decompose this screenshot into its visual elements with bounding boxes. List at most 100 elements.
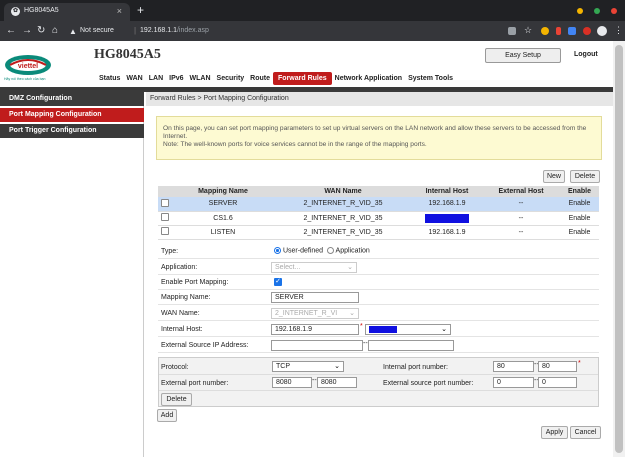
left-sidebar: DMZ Configuration Port Mapping Configura… xyxy=(0,92,144,457)
enable-port-mapping-label: Enable Port Mapping: xyxy=(161,279,229,286)
browser-menu-icon[interactable]: ⋮ xyxy=(614,25,623,36)
internal-port-from-input[interactable]: 80 xyxy=(493,361,534,372)
table-row[interactable]: CS1.6 2_INTERNET_R_VID_35 -- Enable xyxy=(158,211,599,226)
cell-enable: Enable xyxy=(560,197,599,212)
internal-port-to-input[interactable]: 80 xyxy=(538,361,577,372)
form-row-wan-name xyxy=(158,306,599,321)
col-header-enable: Enable xyxy=(560,186,599,197)
menu-route[interactable]: Route xyxy=(247,72,273,85)
type-label: Type: xyxy=(161,248,179,255)
internal-host-label: Internal Host: xyxy=(161,326,203,333)
protocol-select[interactable]: TCP ⌄ xyxy=(272,361,344,372)
cell-wan-name: 2_INTERNET_R_VID_35 xyxy=(274,225,412,240)
external-port-to-input[interactable]: 8080 xyxy=(317,377,357,388)
url-text[interactable]: 192.168.1.1/index.asp xyxy=(140,27,209,34)
type-radio-group: User-defined Application xyxy=(274,247,370,254)
row-checkbox[interactable] xyxy=(161,213,169,221)
form-row-application xyxy=(158,260,599,275)
chevron-down-icon: ⌄ xyxy=(441,326,447,333)
chevron-down-icon: ⌄ xyxy=(349,310,355,317)
logout-link[interactable]: Logout xyxy=(574,51,598,58)
info-box: On this page, you can set port mapping p… xyxy=(156,116,602,160)
menu-ipv6[interactable]: IPv6 xyxy=(166,72,186,85)
security-indicator[interactable]: ▲ Not secure xyxy=(69,27,114,36)
menu-network-application[interactable]: Network Application xyxy=(332,72,405,85)
form-row-type xyxy=(158,244,599,259)
close-window-icon[interactable] xyxy=(611,8,617,14)
extension-yellow-icon[interactable] xyxy=(541,27,549,35)
menu-wan[interactable]: WAN xyxy=(123,72,145,85)
protocol-select-value: TCP xyxy=(276,363,290,370)
address-separator: | xyxy=(134,26,137,35)
add-button[interactable]: Add xyxy=(157,409,177,422)
url-path: /index.asp xyxy=(176,27,209,34)
row-checkbox[interactable] xyxy=(161,198,169,207)
sidebar-item-port-trigger[interactable]: Port Trigger Configuration xyxy=(0,124,144,138)
enable-port-mapping-checkbox[interactable]: ✓ xyxy=(274,278,282,286)
ext-src-port-from-input[interactable]: 0 xyxy=(493,377,534,388)
profile-avatar-icon[interactable] xyxy=(597,26,607,36)
sidebar-item-port-mapping[interactable]: Port Mapping Configuration xyxy=(0,108,144,122)
viettel-logo: viettel Hãy nói theo cách của bạn xyxy=(4,50,70,83)
back-arrow-icon[interactable]: ← xyxy=(6,25,16,37)
ext-src-ip-from-input[interactable] xyxy=(271,340,363,351)
radio-user-defined[interactable] xyxy=(274,247,281,254)
main-menu: Status WAN LAN IPv6 WLAN Security Route … xyxy=(96,72,456,85)
home-icon[interactable]: ⌂ xyxy=(52,25,58,37)
internal-host-select[interactable]: ⌄ xyxy=(365,324,451,335)
menu-lan[interactable]: LAN xyxy=(146,72,166,85)
application-select[interactable]: Select... ⌄ xyxy=(271,262,357,273)
close-tab-icon[interactable]: × xyxy=(117,6,122,16)
maximize-window-icon[interactable] xyxy=(594,8,600,14)
menu-security[interactable]: Security xyxy=(214,72,248,85)
menu-forward-rules[interactable]: Forward Rules xyxy=(273,72,332,85)
mapping-name-input[interactable]: SERVER xyxy=(271,292,359,303)
table-row[interactable]: LISTEN 2_INTERNET_R_VID_35 192.168.1.9 -… xyxy=(158,225,599,240)
translate-icon[interactable] xyxy=(508,27,516,35)
col-header-external-host: External Host xyxy=(482,186,560,197)
extension-red-icon[interactable] xyxy=(556,27,561,35)
cell-external-host: -- xyxy=(482,197,560,212)
delete-port-button[interactable]: Delete xyxy=(161,393,192,406)
table-row[interactable]: SERVER 2_INTERNET_R_VID_35 192.168.1.9 -… xyxy=(158,197,599,212)
cancel-button[interactable]: Cancel xyxy=(570,426,601,439)
new-tab-button[interactable]: + xyxy=(137,3,144,17)
cell-mapping-name: CS1.6 xyxy=(172,211,274,226)
ext-src-port-to-input[interactable]: 0 xyxy=(538,377,577,388)
radio-application[interactable] xyxy=(326,247,334,254)
scrollbar-thumb[interactable] xyxy=(615,45,623,453)
menu-system-tools[interactable]: System Tools xyxy=(405,72,456,85)
extension-blue-icon[interactable] xyxy=(568,27,576,35)
external-port-from-input[interactable]: 8080 xyxy=(272,377,312,388)
reload-icon[interactable]: ↻ xyxy=(37,25,45,37)
forward-arrow-icon[interactable]: → xyxy=(22,25,32,37)
info-text-2: Note: The well-known ports for voice ser… xyxy=(163,141,427,148)
protocol-label: Protocol: xyxy=(161,364,189,371)
logo-slogan: Hãy nói theo cách của bạn xyxy=(4,77,46,81)
bookmark-star-icon[interactable]: ☆ xyxy=(524,25,532,36)
address-bar-area: ← → ↻ ⌂ ▲ Not secure | 192.168.1.1/index… xyxy=(0,21,625,41)
menu-status[interactable]: Status xyxy=(96,72,123,85)
sidebar-item-dmz[interactable]: DMZ Configuration xyxy=(0,92,144,106)
port-box-divider xyxy=(159,390,598,391)
apply-button[interactable]: Apply xyxy=(541,426,568,439)
internal-host-input[interactable]: 192.168.1.9 xyxy=(271,324,359,335)
svg-text:viettel: viettel xyxy=(18,63,38,70)
huawei-favicon-icon: ✿ xyxy=(11,7,20,16)
wan-name-select[interactable]: 2_INTERNET_R_VI ⌄ xyxy=(271,308,359,319)
easy-setup-button[interactable]: Easy Setup xyxy=(485,48,561,63)
required-asterisk: * xyxy=(360,323,363,330)
ext-src-ip-to-input[interactable] xyxy=(368,340,454,351)
browser-tab[interactable]: ✿ HG8045A5 × xyxy=(4,3,130,21)
col-header-wan-name: WAN Name xyxy=(274,186,412,197)
delete-table-button[interactable]: Delete xyxy=(570,170,600,183)
form-row-mapping-name xyxy=(158,290,599,305)
new-button[interactable]: New xyxy=(543,170,565,183)
row-checkbox[interactable] xyxy=(161,227,169,235)
minimize-window-icon[interactable] xyxy=(577,8,583,14)
extension-shield-icon[interactable] xyxy=(583,27,591,35)
wan-name-label: WAN Name: xyxy=(161,310,200,317)
radio-user-defined-label: User-defined xyxy=(282,247,324,255)
menu-wlan[interactable]: WLAN xyxy=(187,72,214,85)
cell-mapping-name: LISTEN xyxy=(172,225,274,240)
